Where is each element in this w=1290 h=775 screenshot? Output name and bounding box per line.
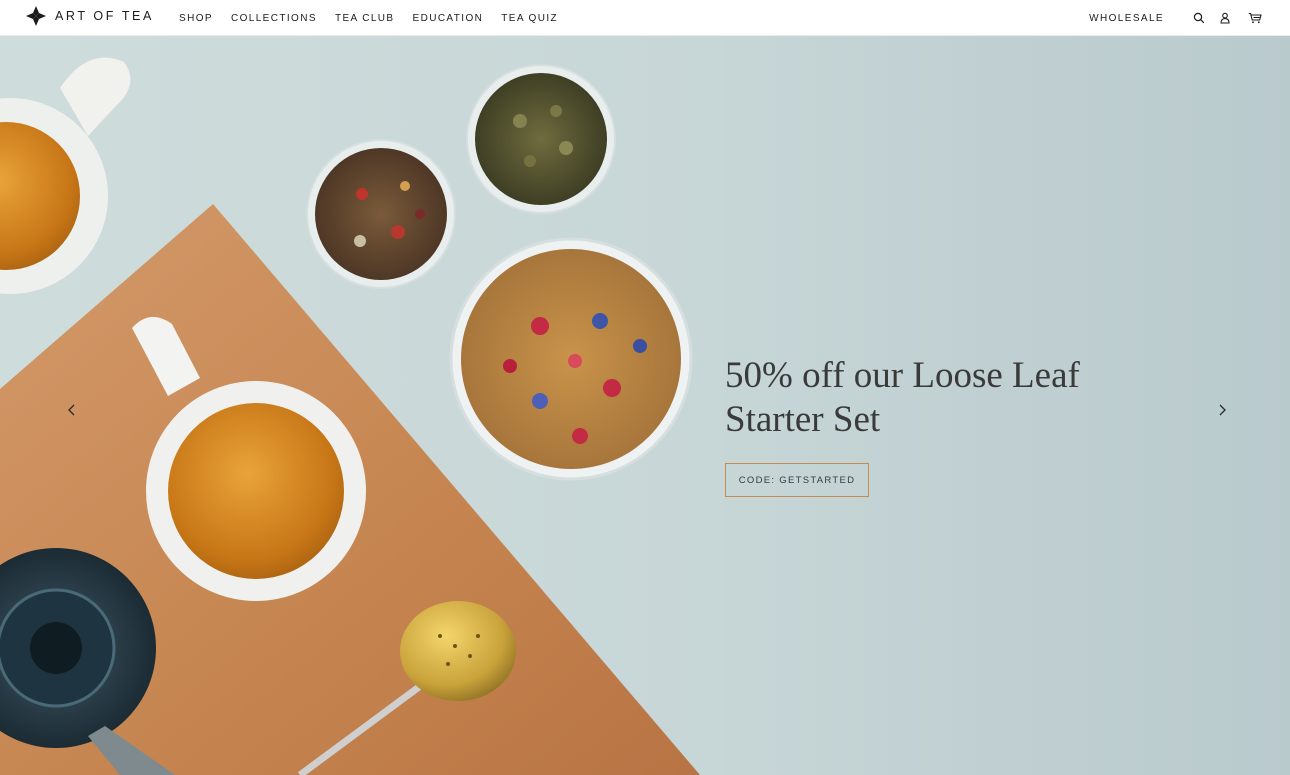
nav-collections[interactable]: COLLECTIONS	[231, 13, 317, 24]
hero-headline-line1: 50% off our Loose Leaf	[725, 355, 1080, 396]
nav-shop[interactable]: SHOP	[179, 13, 213, 24]
search-icon[interactable]	[1192, 11, 1206, 25]
brand-logo[interactable]: ART OF TEA	[25, 4, 154, 28]
chevron-left-icon[interactable]	[64, 402, 80, 418]
account-icon[interactable]	[1218, 11, 1232, 25]
hero-headline-line2: Starter Set	[725, 399, 881, 440]
utility-nav: WHOLESALE	[1089, 0, 1262, 36]
hero-banner: 50% off our Loose Leaf Starter Set CODE:…	[0, 36, 1290, 775]
cart-icon[interactable]	[1248, 11, 1262, 25]
chevron-right-icon[interactable]	[1214, 402, 1230, 418]
nav-education[interactable]: EDUCATION	[413, 13, 484, 24]
nav-tea-club[interactable]: TEA CLUB	[335, 13, 395, 24]
nav-tea-quiz[interactable]: TEA QUIZ	[501, 13, 558, 24]
site-header: ART OF TEA SHOP COLLECTIONS TEA CLUB EDU…	[0, 0, 1290, 36]
main-nav: SHOP COLLECTIONS TEA CLUB EDUCATION TEA …	[179, 0, 576, 36]
hero-copy: 50% off our Loose Leaf Starter Set	[725, 354, 1145, 442]
hero-headline: 50% off our Loose Leaf Starter Set	[725, 354, 1145, 442]
brand-name: ART OF TEA	[55, 9, 154, 23]
promo-code-button[interactable]: CODE: GETSTARTED	[725, 463, 869, 497]
logo-mark-icon	[26, 6, 46, 26]
nav-wholesale[interactable]: WHOLESALE	[1089, 13, 1164, 24]
